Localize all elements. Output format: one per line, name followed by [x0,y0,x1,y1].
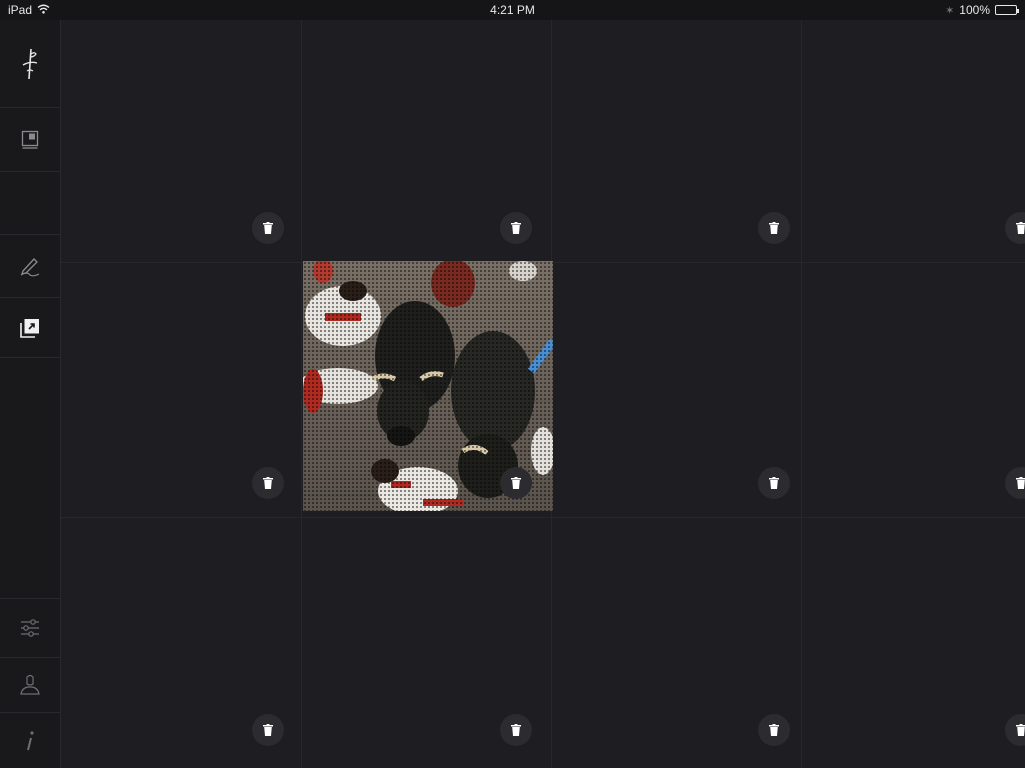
delete-page-button[interactable] [758,714,790,746]
delete-page-button[interactable] [500,714,532,746]
battery-percent: 100% [959,3,990,17]
sidebar-item-layers[interactable] [0,298,60,358]
grid-divider [801,20,802,768]
delete-page-button[interactable] [758,467,790,499]
sidebar-item-notebooks[interactable] [0,108,60,172]
trash-icon [769,222,779,234]
trash-icon [769,724,779,736]
trash-icon [1016,222,1025,234]
layers-export-icon [18,316,42,340]
sidebar-item-settings[interactable] [0,598,60,658]
sidebar-item-draw[interactable] [0,235,60,298]
bluetooth-icon: ✶ [945,4,955,17]
sidebar [0,20,61,768]
trash-icon [263,477,273,489]
delete-page-button[interactable] [500,467,532,499]
sidebar-item-account[interactable] [0,658,60,713]
delete-page-button[interactable] [252,212,284,244]
delete-page-button[interactable] [1005,467,1025,499]
delete-page-button[interactable] [252,467,284,499]
trash-icon [511,724,521,736]
trash-icon [511,222,521,234]
sidebar-item-logo[interactable] [0,20,60,108]
user-icon [19,674,41,696]
sidebar-item-info[interactable] [0,713,60,768]
info-icon [23,730,37,752]
trash-icon [1016,724,1025,736]
sidebar-item-blank [0,172,60,235]
grid-divider [61,517,1025,518]
trash-icon [1016,477,1025,489]
trash-icon [769,477,779,489]
trash-icon [263,724,273,736]
notebook-icon [21,130,39,150]
delete-page-button[interactable] [252,714,284,746]
trash-icon [511,477,521,489]
grid-divider [301,20,302,768]
pencil-sign-icon [19,255,41,277]
pen-nib-logo-icon [19,47,41,81]
status-right: ✶ 100% [945,3,1019,17]
sliders-icon [19,617,41,639]
clock: 4:21 PM [490,3,535,17]
page-grid [61,20,1025,768]
status-bar: iPad 4:21 PM ✶ 100% [0,0,1025,20]
delete-page-button[interactable] [1005,714,1025,746]
trash-icon [263,222,273,234]
delete-page-button[interactable] [1005,212,1025,244]
battery-icon [995,5,1019,15]
delete-page-button[interactable] [758,212,790,244]
delete-page-button[interactable] [500,212,532,244]
